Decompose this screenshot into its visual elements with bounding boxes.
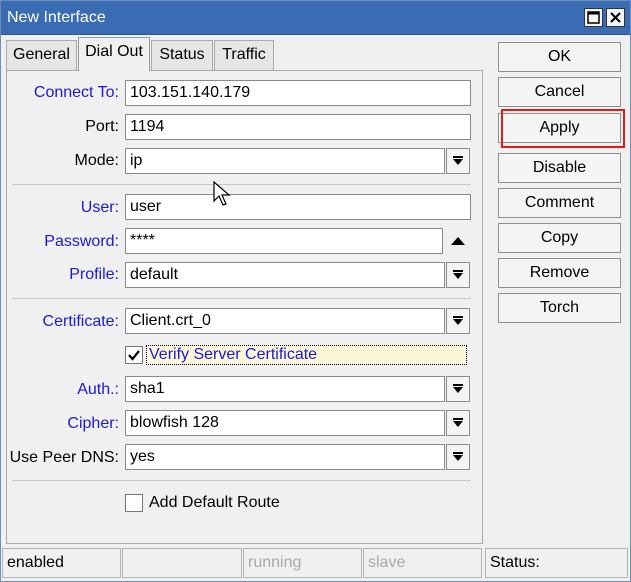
verify-server-certificate-checkbox[interactable] — [125, 346, 143, 364]
use-peer-dns-label: Use Peer DNS: — [9, 449, 119, 466]
user-label: User: — [80, 199, 119, 216]
comment-button[interactable]: Comment — [498, 188, 621, 218]
status-empty-cell — [122, 548, 242, 578]
disable-button[interactable]: Disable — [498, 153, 621, 183]
port-label: Port: — [85, 118, 119, 135]
dropdown-arrow-icon — [453, 384, 463, 393]
cipher-label: Cipher: — [67, 415, 119, 432]
dropdown-arrow-icon — [453, 270, 463, 279]
password-label: Password: — [44, 233, 119, 250]
close-button[interactable] — [606, 8, 625, 27]
tab-dial-out[interactable]: Dial Out — [78, 37, 150, 71]
port-input[interactable]: 1194 — [125, 114, 471, 140]
auth-dropdown-button[interactable] — [446, 376, 470, 402]
tab-general[interactable]: General — [6, 40, 77, 71]
remove-button[interactable]: Remove — [498, 258, 621, 288]
apply-highlight-box — [501, 109, 625, 148]
mode-label: Mode: — [74, 152, 119, 169]
close-icon — [610, 12, 621, 23]
dial-out-panel — [6, 70, 483, 544]
mouse-cursor-icon — [213, 180, 233, 212]
connect-to-input[interactable]: 103.151.140.179 — [125, 80, 471, 106]
separator — [12, 480, 471, 481]
status-slave: slave — [363, 548, 482, 578]
user-input[interactable]: user — [125, 194, 471, 220]
mode-select[interactable]: ip — [125, 148, 445, 174]
status-enabled: enabled — [2, 548, 121, 578]
ok-button[interactable]: OK — [498, 42, 621, 72]
separator — [12, 184, 471, 185]
use-peer-dns-select[interactable]: yes — [125, 444, 445, 470]
cancel-button[interactable]: Cancel — [498, 77, 621, 107]
checkmark-icon — [128, 350, 140, 361]
verify-server-certificate-label[interactable]: Verify Server Certificate — [146, 345, 467, 365]
connect-to-label: Connect To: — [33, 84, 119, 101]
add-default-route-checkbox[interactable] — [125, 494, 143, 512]
window-title: New Interface — [7, 9, 106, 26]
tab-traffic[interactable]: Traffic — [214, 40, 274, 71]
dropdown-arrow-icon — [453, 156, 463, 165]
cipher-dropdown-button[interactable] — [446, 410, 470, 436]
certificate-dropdown-button[interactable] — [446, 308, 470, 334]
tab-status[interactable]: Status — [151, 40, 213, 71]
auth-select[interactable]: sha1 — [125, 376, 445, 402]
new-interface-window: New Interface General Dial Out Status Tr… — [0, 0, 631, 582]
separator — [12, 298, 471, 299]
status-running: running — [243, 548, 362, 578]
cipher-select[interactable]: blowfish 128 — [125, 410, 445, 436]
use-peer-dns-dropdown-button[interactable] — [446, 444, 470, 470]
auth-label: Auth.: — [77, 381, 119, 398]
torch-button[interactable]: Torch — [498, 293, 621, 323]
copy-button[interactable]: Copy — [498, 223, 621, 253]
hide-password-toggle[interactable] — [450, 234, 466, 248]
triangle-up-icon — [451, 237, 465, 245]
add-default-route-label[interactable]: Add Default Route — [149, 494, 280, 512]
password-input[interactable]: **** — [125, 228, 443, 254]
certificate-label: Certificate: — [42, 313, 119, 330]
status-bar: enabled running slave Status: — [1, 546, 630, 581]
status-label: Status: — [485, 548, 628, 578]
profile-select[interactable]: default — [125, 262, 445, 288]
dropdown-arrow-icon — [453, 316, 463, 325]
maximize-icon — [587, 11, 600, 24]
dropdown-arrow-icon — [453, 452, 463, 461]
title-bar[interactable]: New Interface — [1, 1, 630, 35]
dropdown-arrow-icon — [453, 418, 463, 427]
profile-dropdown-button[interactable] — [446, 262, 470, 288]
profile-label: Profile: — [69, 266, 119, 283]
maximize-button[interactable] — [584, 8, 603, 27]
mode-dropdown-button[interactable] — [446, 148, 470, 174]
certificate-select[interactable]: Client.crt_0 — [125, 308, 445, 334]
